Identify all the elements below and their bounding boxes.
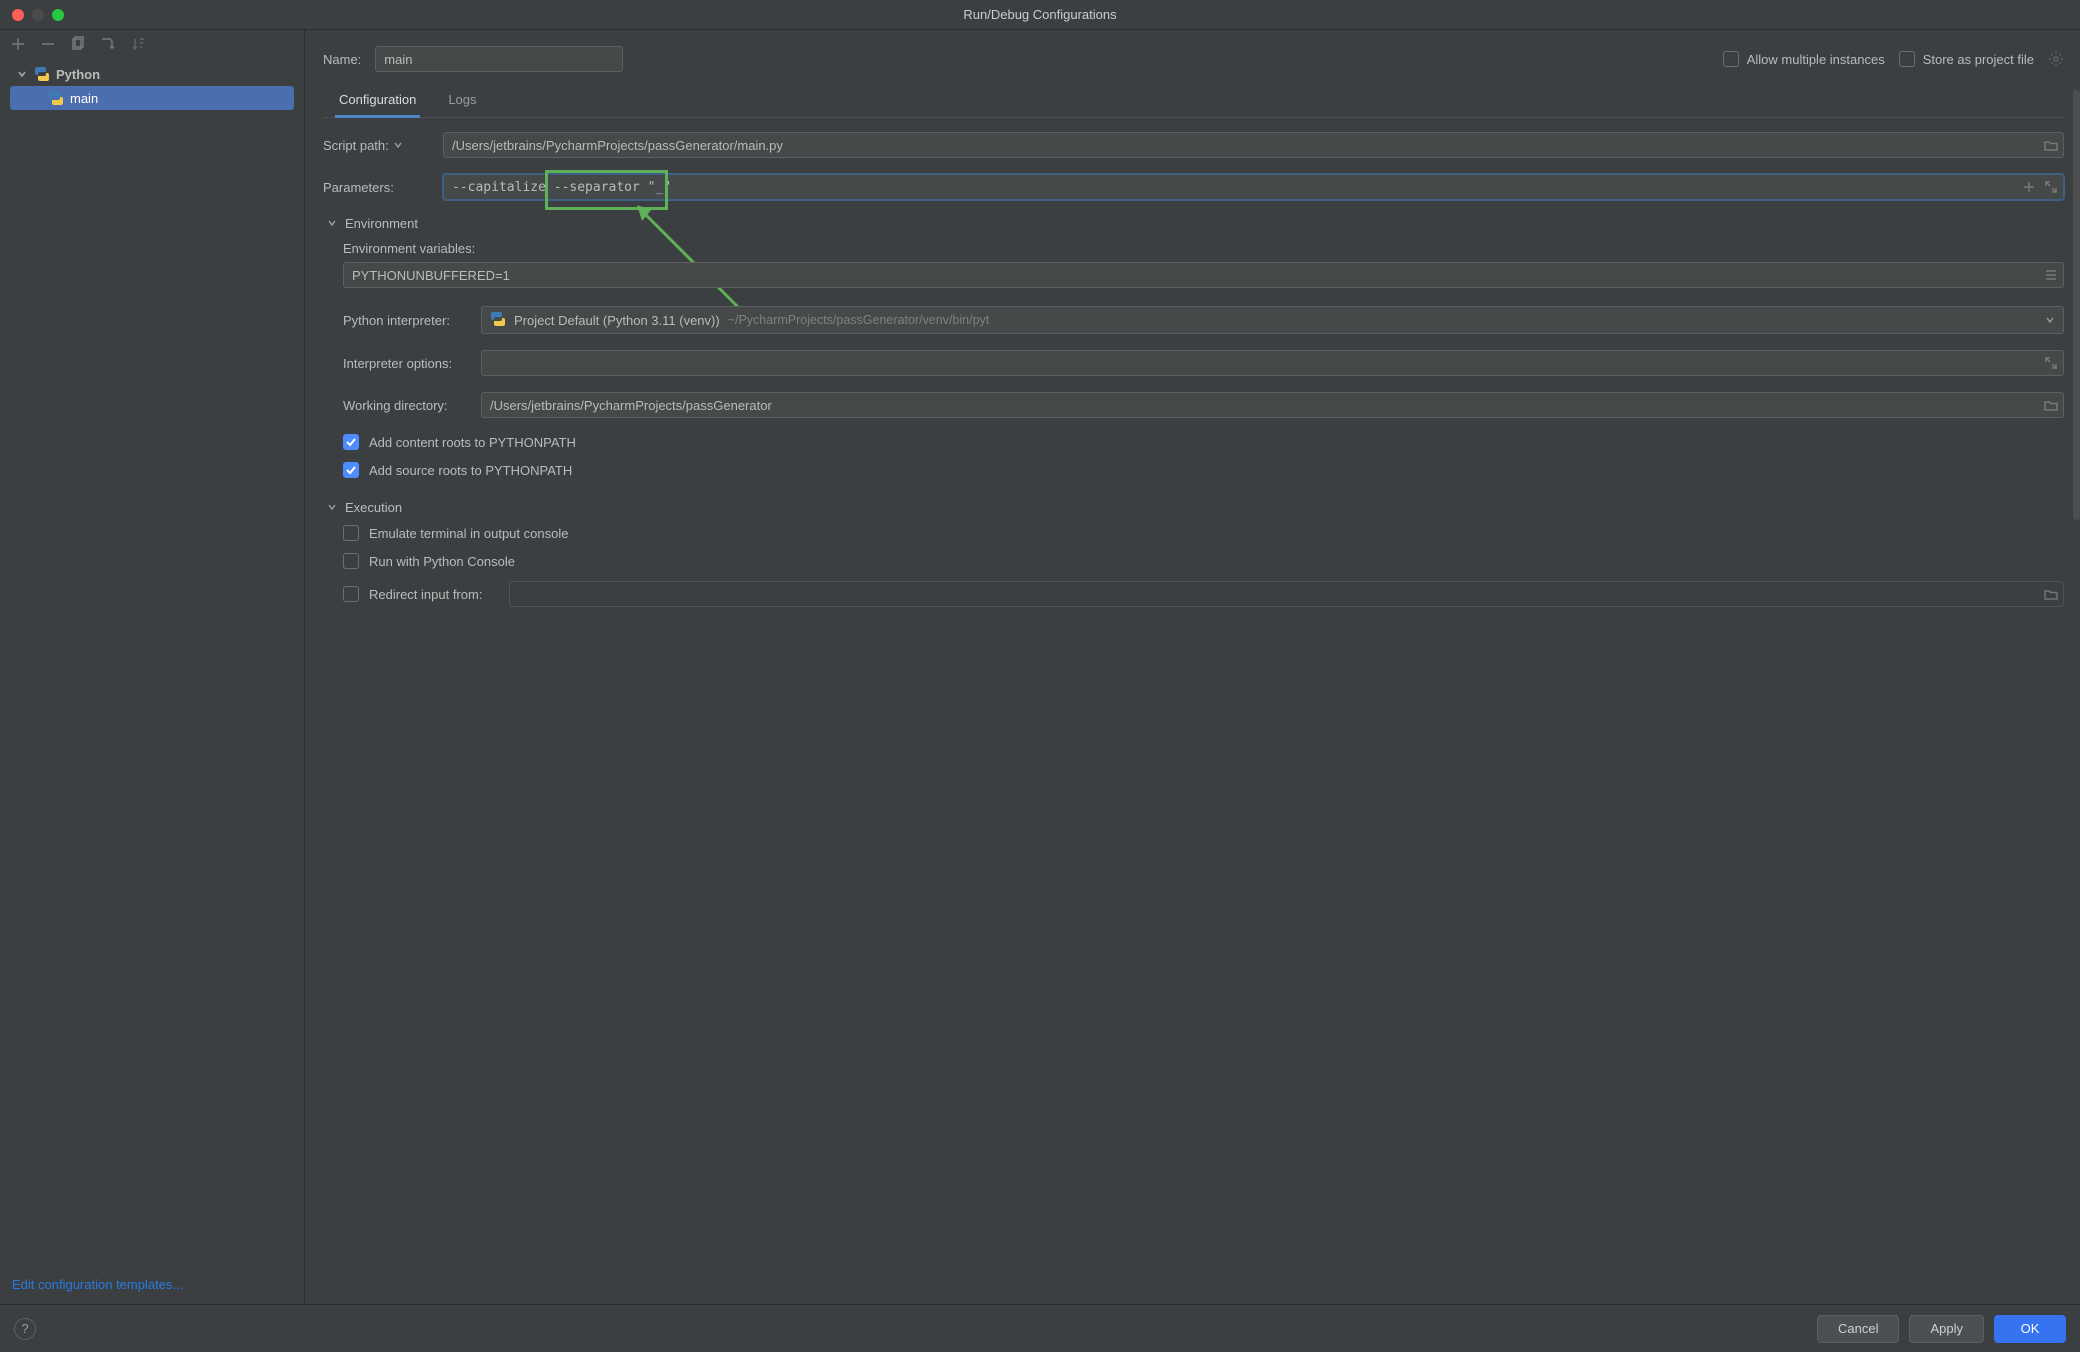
folder-icon[interactable]	[2044, 587, 2058, 601]
section-heading: Execution	[345, 500, 402, 515]
checkbox-icon	[1723, 51, 1739, 67]
source-roots-checkbox[interactable]	[343, 462, 359, 478]
python-icon	[34, 66, 50, 82]
chevron-down-icon	[16, 68, 28, 80]
edit-templates-link[interactable]: Edit configuration templates...	[12, 1277, 183, 1292]
window-controls	[12, 9, 64, 21]
redirect-input-path[interactable]	[509, 581, 2064, 607]
python-console-checkbox[interactable]	[343, 553, 359, 569]
parameters-input[interactable]	[443, 174, 2064, 200]
config-tree-sidebar: Python main Edit configuration templates…	[0, 30, 305, 1304]
expand-icon[interactable]	[2044, 356, 2058, 370]
redirect-input-checkbox[interactable]	[343, 586, 359, 602]
tree-node-python[interactable]: Python	[10, 62, 294, 86]
tab-logs[interactable]: Logs	[444, 92, 480, 117]
save-config-icon[interactable]	[100, 36, 116, 52]
interpreter-options-input[interactable]	[481, 350, 2064, 376]
add-config-icon[interactable]	[10, 36, 26, 52]
folder-icon[interactable]	[2044, 398, 2058, 412]
section-heading: Environment	[345, 216, 418, 231]
tree-node-label: main	[70, 91, 98, 106]
apply-button[interactable]: Apply	[1909, 1315, 1984, 1343]
checkbox-label: Emulate terminal in output console	[369, 526, 568, 541]
config-tree[interactable]: Python main	[0, 58, 304, 1267]
tab-configuration[interactable]: Configuration	[335, 92, 420, 118]
zoom-window-icon[interactable]	[52, 9, 64, 21]
plus-icon[interactable]	[2022, 180, 2036, 194]
environment-section-toggle[interactable]: Environment	[327, 216, 2064, 231]
checkbox-label: Allow multiple instances	[1747, 52, 1885, 67]
chevron-down-icon[interactable]	[393, 138, 403, 153]
list-icon[interactable]	[2044, 268, 2058, 282]
execution-section-toggle[interactable]: Execution	[327, 500, 2064, 515]
gear-icon[interactable]	[2048, 51, 2064, 67]
checkbox-label: Store as project file	[1923, 52, 2034, 67]
checkbox-label: Add source roots to PYTHONPATH	[369, 463, 572, 478]
store-project-file-checkbox[interactable]: Store as project file	[1899, 51, 2034, 67]
script-path-label: Script path:	[323, 138, 433, 153]
interpreter-options-label: Interpreter options:	[343, 356, 471, 371]
checkbox-label: Redirect input from:	[369, 587, 499, 602]
python-icon	[48, 90, 64, 106]
parameters-label: Parameters:	[323, 180, 433, 195]
interpreter-dropdown[interactable]: Project Default (Python 3.11 (venv)) ~/P…	[481, 306, 2064, 334]
scrollbar-thumb[interactable]	[2073, 90, 2080, 520]
checkbox-icon	[1899, 51, 1915, 67]
tree-node-main[interactable]: main	[10, 86, 294, 110]
ok-button[interactable]: OK	[1994, 1315, 2066, 1343]
env-vars-input[interactable]	[343, 262, 2064, 288]
interpreter-path-hint: ~/PycharmProjects/passGenerator/venv/bin…	[728, 313, 990, 327]
titlebar: Run/Debug Configurations	[0, 0, 2080, 30]
working-dir-label: Working directory:	[343, 398, 471, 413]
emulate-terminal-checkbox[interactable]	[343, 525, 359, 541]
script-path-input[interactable]	[443, 132, 2064, 158]
env-vars-label: Environment variables:	[343, 241, 2064, 256]
python-icon	[490, 311, 506, 330]
chevron-down-icon	[2045, 313, 2055, 328]
content-roots-checkbox[interactable]	[343, 434, 359, 450]
window-title: Run/Debug Configurations	[0, 7, 2080, 22]
expand-icon[interactable]	[2044, 180, 2058, 194]
chevron-down-icon	[327, 500, 337, 515]
tab-bar: Configuration Logs	[323, 92, 2064, 118]
interpreter-label: Python interpreter:	[343, 313, 471, 328]
chevron-down-icon	[327, 216, 337, 231]
copy-config-icon[interactable]	[70, 36, 86, 52]
tree-node-label: Python	[56, 67, 100, 82]
sort-config-icon[interactable]	[130, 36, 146, 52]
remove-config-icon[interactable]	[40, 36, 56, 52]
minimize-window-icon	[32, 9, 44, 21]
dialog-footer: ? Cancel Apply OK	[0, 1304, 2080, 1352]
allow-multiple-checkbox[interactable]: Allow multiple instances	[1723, 51, 1885, 67]
close-window-icon[interactable]	[12, 9, 24, 21]
checkbox-label: Run with Python Console	[369, 554, 515, 569]
folder-icon[interactable]	[2044, 138, 2058, 152]
sidebar-toolbar	[0, 30, 304, 58]
config-form: Name: Allow multiple instances Store as …	[305, 30, 2074, 1304]
checkbox-label: Add content roots to PYTHONPATH	[369, 435, 576, 450]
cancel-button[interactable]: Cancel	[1817, 1315, 1899, 1343]
help-icon[interactable]: ?	[14, 1318, 36, 1340]
interpreter-value: Project Default (Python 3.11 (venv))	[514, 313, 720, 328]
name-input[interactable]	[375, 46, 623, 72]
working-dir-input[interactable]	[481, 392, 2064, 418]
name-label: Name:	[323, 52, 361, 67]
